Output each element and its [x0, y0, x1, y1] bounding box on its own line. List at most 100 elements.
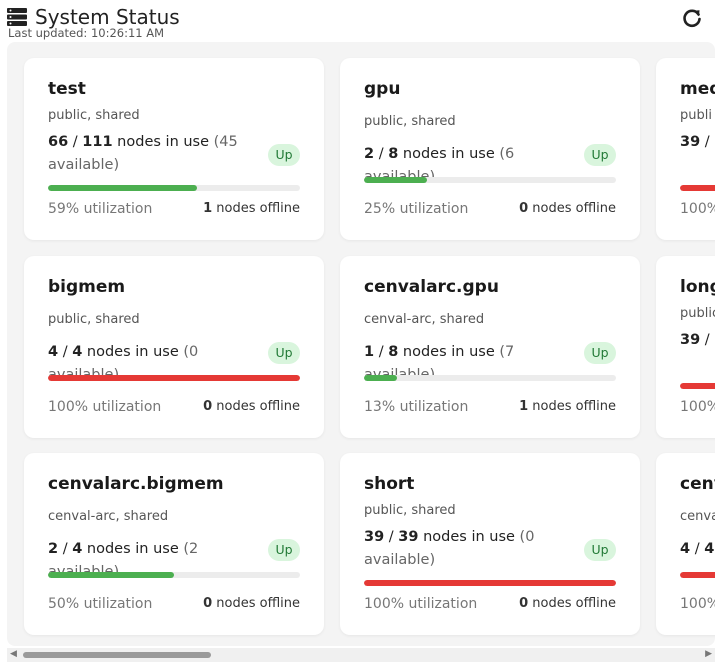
- nodes-total-count: 8: [388, 146, 399, 162]
- nodes-in-use-count: 2: [48, 541, 59, 557]
- nodes-available-text: availa: [714, 134, 715, 150]
- utilization-bar-fill: [364, 580, 616, 586]
- status-badge: Up: [584, 144, 616, 166]
- partition-tags: public: [680, 306, 715, 321]
- usage-separator: /: [58, 541, 73, 557]
- partition-name: short: [364, 474, 415, 494]
- utilization-bar-fill: [680, 383, 715, 389]
- nodes-offline-count: 0: [519, 201, 529, 216]
- utilization-bar: [680, 185, 715, 191]
- nodes-total-count: 4: [72, 344, 83, 360]
- nodes-in-use-label: nodes in use: [82, 541, 184, 557]
- utilization-text: 13% utilization: [364, 399, 469, 415]
- nodes-total-count: 39: [398, 529, 419, 545]
- partition-card[interactable]: cenvalarc.gpu cenval-arc, shared 1 / 8 nod…: [340, 256, 640, 438]
- nodes-offline-count: 0: [519, 596, 529, 611]
- utilization-bar-fill: [48, 185, 197, 191]
- usage-separator: /: [700, 332, 715, 348]
- utilization-bar: [364, 375, 616, 381]
- partition-card[interactable]: medpubli39 / availaUp100%: [656, 58, 715, 240]
- partition-card[interactable]: gpupublic, shared2 / 8 nodes in use (6 a…: [340, 58, 640, 240]
- utilization-bar: [48, 185, 300, 191]
- partition-name: med: [680, 79, 715, 99]
- partition-card[interactable]: cenvcenva4 / 4Up100%: [656, 453, 715, 635]
- scroll-right-arrow[interactable]: ▶: [705, 649, 712, 659]
- nodes-in-use-label: nodes in use: [398, 146, 500, 162]
- status-badge: Up: [584, 539, 616, 561]
- partition-card[interactable]: bigmem public, shared 4 / 4 nodes in use (…: [24, 256, 324, 438]
- scroll-thumb[interactable]: [23, 652, 211, 658]
- utilization-text: 100%: [680, 399, 715, 415]
- nodes-offline-text: 1 nodes offline: [203, 200, 300, 218]
- status-badge: Up: [268, 342, 300, 364]
- nodes-offline-text: 0 nodes offline: [203, 595, 300, 613]
- utilization-bar-fill: [680, 572, 715, 578]
- partition-name: test: [48, 79, 86, 99]
- utilization-bar-fill: [48, 375, 300, 381]
- partitions-panel: test public, shared 66 / 111 nodes in use …: [7, 42, 715, 646]
- utilization-text: 100% utilization: [48, 399, 162, 415]
- nodes-total-count: 8: [388, 344, 399, 360]
- usage-separator: /: [384, 529, 399, 545]
- nodes-in-use-label: nodes in use: [418, 529, 520, 545]
- partition-tags: public, shared: [364, 114, 456, 129]
- nodes-in-use-label: nodes in use: [82, 344, 184, 360]
- nodes-usage-text: 39 / availa: [680, 329, 715, 352]
- partition-name: cenvalarc.bigmem: [48, 474, 224, 494]
- utilization-bar-fill: [364, 375, 397, 381]
- nodes-in-use-count: 66: [48, 134, 69, 150]
- partition-tags: publi: [680, 108, 712, 123]
- utilization-text: 100%: [680, 596, 715, 612]
- utilization-bar: [680, 383, 715, 389]
- utilization-text: 59% utilization: [48, 201, 153, 217]
- partition-name: cenv: [680, 474, 715, 494]
- usage-separator: /: [374, 146, 389, 162]
- partition-card[interactable]: longpublic39 / availaUp100%: [656, 256, 715, 438]
- status-badge: Up: [268, 144, 300, 166]
- utilization-text: 25% utilization: [364, 201, 469, 217]
- refresh-icon[interactable]: [680, 6, 704, 30]
- nodes-usage-text: 4 / 4: [680, 538, 715, 561]
- partition-name: bigmem: [48, 277, 126, 297]
- nodes-in-use-count: 2: [364, 146, 375, 162]
- nodes-total-count: 4: [704, 541, 715, 557]
- scroll-left-arrow[interactable]: ◀: [10, 649, 17, 659]
- nodes-offline-text: 0 nodes offline: [519, 200, 616, 218]
- usage-separator: /: [374, 344, 389, 360]
- nodes-offline-count: 1: [203, 201, 213, 216]
- nodes-offline-count: 1: [519, 399, 529, 414]
- nodes-available-text: availa: [714, 332, 715, 348]
- nodes-offline-label: nodes offline: [528, 596, 616, 611]
- nodes-usage-text: 66 / 111 nodes in use (45 available): [48, 131, 258, 177]
- nodes-offline-label: nodes offline: [528, 399, 616, 414]
- utilization-bar: [364, 177, 616, 183]
- partition-card[interactable]: cenvalarc.bigmem cenval-arc, shared 2 / 4 …: [24, 453, 324, 635]
- partition-name: long: [680, 277, 715, 297]
- usage-separator: /: [690, 541, 705, 557]
- partition-card[interactable]: test public, shared 66 / 111 nodes in use …: [24, 58, 324, 240]
- utilization-bar: [48, 572, 300, 578]
- partition-name: cenvalarc.gpu: [364, 277, 499, 297]
- partition-tags: public, shared: [48, 312, 140, 327]
- nodes-offline-label: nodes offline: [212, 596, 300, 611]
- horizontal-scrollbar[interactable]: ◀ ▶: [7, 648, 715, 662]
- usage-separator: /: [68, 134, 83, 150]
- nodes-in-use-count: 4: [48, 344, 59, 360]
- usage-separator: /: [58, 344, 73, 360]
- nodes-offline-label: nodes offline: [528, 201, 616, 216]
- nodes-offline-text: 0 nodes offline: [519, 595, 616, 613]
- utilization-text: 100%: [680, 201, 715, 217]
- nodes-offline-label: nodes offline: [212, 399, 300, 414]
- nodes-in-use-count: 1: [364, 344, 375, 360]
- nodes-offline-count: 0: [203, 596, 213, 611]
- partition-tags: public, shared: [364, 503, 456, 518]
- nodes-in-use-label: nodes in use: [112, 134, 214, 150]
- partition-card[interactable]: short public, shared 39 / 39 nodes in use …: [340, 453, 640, 635]
- server-icon: [7, 8, 27, 26]
- status-badge: Up: [268, 539, 300, 561]
- partition-tags: cenval-arc, shared: [48, 509, 169, 524]
- partitions-grid[interactable]: test public, shared 66 / 111 nodes in use …: [7, 42, 715, 646]
- nodes-in-use-count: 39: [680, 134, 701, 150]
- utilization-bar: [48, 375, 300, 381]
- nodes-usage-text: 39 / 39 nodes in use (0 available): [364, 526, 574, 572]
